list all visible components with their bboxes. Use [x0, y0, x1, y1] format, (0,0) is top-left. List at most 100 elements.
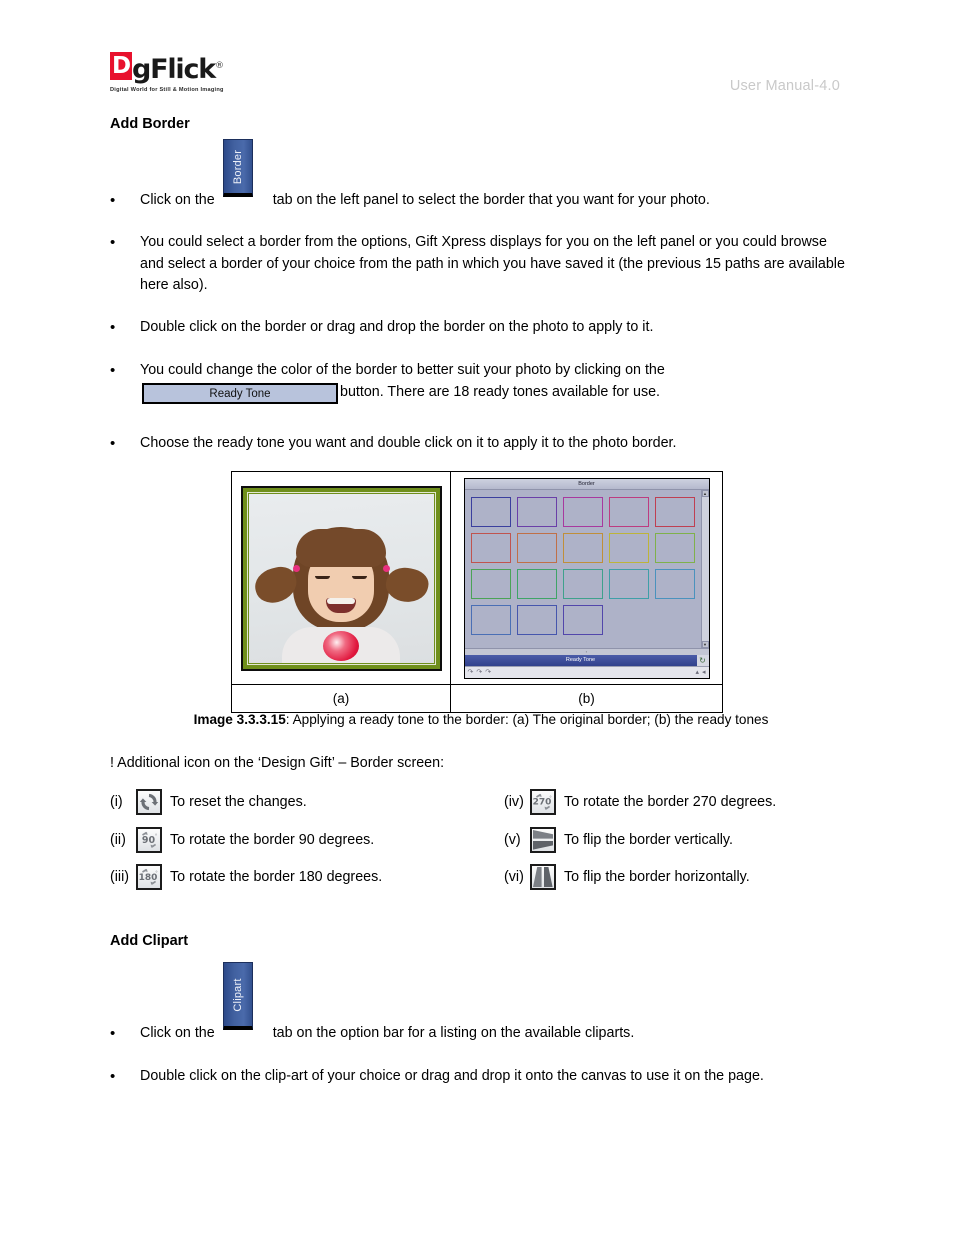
icon-list-item-rotate-270: (iv) 270 ° To rotate the border 270 degr…: [504, 789, 776, 815]
page-header: D gFlick® Digital World for Still & Moti…: [0, 0, 954, 110]
ready-tone-swatch[interactable]: [516, 496, 557, 527]
list-item: • Double click on the clip-art of your c…: [110, 1066, 852, 1089]
panel-ready-tone-bar[interactable]: Ready Tone: [464, 654, 697, 666]
icon-list-item-rotate-90: (ii) 90 ° To rotate the border 90 degree…: [110, 827, 374, 853]
ready-tone-swatch[interactable]: [654, 532, 695, 563]
list-item: • Click on the tab on the left panel to …: [110, 190, 852, 213]
bullet-marker: •: [110, 192, 116, 209]
icon-list-roman: (ii): [110, 832, 126, 848]
panel-splitter-handle[interactable]: ▫: [464, 647, 709, 655]
figure-label-row: (a) (b): [232, 684, 722, 712]
ready-tone-swatch[interactable]: [608, 532, 649, 563]
panel-toolbar-right-group: ▴ ◂: [695, 669, 705, 676]
clipart-tab[interactable]: Clipart: [223, 962, 253, 1030]
icon-list-label: To flip the border vertically.: [564, 832, 733, 848]
bullet-text-suffix: tab on the left panel to select the bord…: [272, 192, 710, 208]
figure-cell-original-border: [232, 472, 451, 685]
list-item: • Double click on the border or drag and…: [110, 317, 852, 340]
teeth: [327, 598, 355, 605]
list-item: • Choose the ready tone you want and dou…: [110, 433, 852, 456]
clipart-tab-label: Clipart: [232, 977, 244, 1012]
border-panel-screenshot: Border ▲ ▼ ▫ Ready Tone ↻ ↷ ↷ ↷ ▴ ◂: [463, 477, 710, 679]
figure-label-b: (b): [578, 691, 595, 707]
icon-list-roman: (vi): [504, 869, 524, 885]
ready-tone-swatch[interactable]: [516, 604, 557, 635]
ready-tone-swatch[interactable]: [470, 604, 511, 635]
rotate-90-icon[interactable]: 90 °: [136, 827, 162, 853]
svg-text:°: °: [155, 834, 158, 840]
page-title-add-clipart: Add Clipart: [110, 933, 189, 949]
dgflick-logo: D gFlick® Digital World for Still & Moti…: [110, 52, 224, 93]
icon-list-item-reset: (i) To reset the changes.: [110, 789, 307, 815]
rotate-180-small-icon[interactable]: ↷: [476, 669, 482, 676]
ready-tone-button-label: Ready Tone: [209, 387, 271, 400]
hair-bangs: [296, 529, 386, 568]
bullet-text-prefix: Click on the: [140, 192, 215, 208]
icon-list-label: To rotate the border 180 degrees.: [170, 869, 383, 885]
ready-tone-button[interactable]: Ready Tone: [142, 383, 338, 404]
border-panel-scrollbar[interactable]: ▲ ▼: [700, 489, 709, 648]
scroll-up-icon[interactable]: ▲: [701, 489, 709, 497]
photo-olive-border: [242, 487, 440, 669]
girl-photo-image: [248, 493, 434, 663]
ready-tone-swatch[interactable]: [470, 568, 511, 599]
bullet-text-suffix: button. There are 18 ready tones availab…: [340, 383, 661, 400]
ready-tone-swatch[interactable]: [654, 568, 695, 599]
bullet-marker: •: [110, 234, 116, 251]
rotate-270-small-icon[interactable]: ↷: [485, 669, 491, 676]
icon-list-label: To reset the changes.: [170, 794, 307, 810]
scroll-down-icon[interactable]: ▼: [701, 640, 709, 648]
icon-list-item-flip-vertical: (v) To flip the border vertically.: [504, 827, 733, 853]
bullet-text-prefix: You could change the color of the border…: [140, 362, 665, 378]
figure-caption-text: : Applying a ready tone to the border: (…: [285, 712, 769, 727]
svg-text:°: °: [549, 795, 552, 801]
list-item: • Click on the tab on the option bar for…: [110, 1023, 852, 1046]
rotate-180-icon[interactable]: 180 °: [136, 864, 162, 890]
bullet-marker: •: [110, 319, 116, 336]
figure-image-row: Border ▲ ▼ ▫ Ready Tone ↻ ↷ ↷ ↷ ▴ ◂: [232, 472, 722, 685]
logo-mark: D gFlick®: [110, 52, 224, 84]
flip-horizontal-small-icon[interactable]: ▴: [695, 669, 699, 676]
photo-inner-hairline: [246, 491, 436, 665]
icon-list-item-flip-horizontal: (vi) To flip the border horizontally.: [504, 864, 750, 890]
panel-toolbar: ↷ ↷ ↷ ▴ ◂: [464, 665, 709, 678]
document-page: D gFlick® Digital World for Still & Moti…: [0, 0, 954, 1235]
figure-cell-ready-tones: Border ▲ ▼ ▫ Ready Tone ↻ ↷ ↷ ↷ ▴ ◂: [451, 472, 722, 685]
icon-list-roman: (iv): [504, 794, 524, 810]
icon-list-roman: (v): [504, 832, 521, 848]
additional-icon-note: ! Additional icon on the ‘Design Gift’ –…: [110, 755, 445, 771]
ready-tone-swatch[interactable]: [562, 568, 603, 599]
rotate-270-icon[interactable]: 270 °: [530, 789, 556, 815]
figure-caption: Image 3.3.3.15: Applying a ready tone to…: [110, 712, 852, 727]
ready-tone-swatch[interactable]: [516, 532, 557, 563]
flip-vertical-small-icon[interactable]: ◂: [702, 669, 706, 676]
figure-label-a: (a): [232, 685, 451, 712]
reset-icon[interactable]: [136, 789, 162, 815]
ready-tone-swatch[interactable]: [470, 532, 511, 563]
ready-tone-swatch[interactable]: [516, 568, 557, 599]
border-panel-body: ▲ ▼: [464, 489, 709, 648]
ready-tone-swatch[interactable]: [470, 496, 511, 527]
ready-tone-swatch[interactable]: [608, 568, 649, 599]
page-title-add-border: Add Border: [110, 116, 190, 132]
bullet-marker: •: [110, 1068, 116, 1085]
rotate-90-small-icon[interactable]: ↷: [468, 669, 474, 676]
ready-tone-swatch[interactable]: [608, 496, 649, 527]
ready-tone-swatch[interactable]: [562, 532, 603, 563]
ready-tone-swatch[interactable]: [562, 496, 603, 527]
refresh-icon[interactable]: ↻: [696, 654, 709, 666]
border-tab-label: Border: [232, 149, 244, 184]
ready-tone-swatch[interactable]: [562, 604, 603, 635]
panel-ready-tone-row: Ready Tone ↻: [464, 654, 709, 666]
svg-text:°: °: [155, 871, 158, 877]
logo-letter-d: D: [110, 52, 132, 80]
icon-list-label: To rotate the border 270 degrees.: [564, 794, 777, 810]
border-tab[interactable]: Border: [223, 139, 253, 197]
ready-tone-swatch[interactable]: [654, 496, 695, 527]
ready-tone-swatch-grid[interactable]: [465, 490, 701, 648]
icon-list-label: To rotate the border 90 degrees.: [170, 832, 375, 848]
flip-horizontal-icon[interactable]: [530, 864, 556, 890]
panel-toolbar-left-group: ↷ ↷ ↷: [468, 669, 492, 676]
flip-vertical-icon[interactable]: [530, 827, 556, 853]
bullet-text-double-click-clipart: Double click on the clip-art of your cho…: [140, 1068, 764, 1084]
